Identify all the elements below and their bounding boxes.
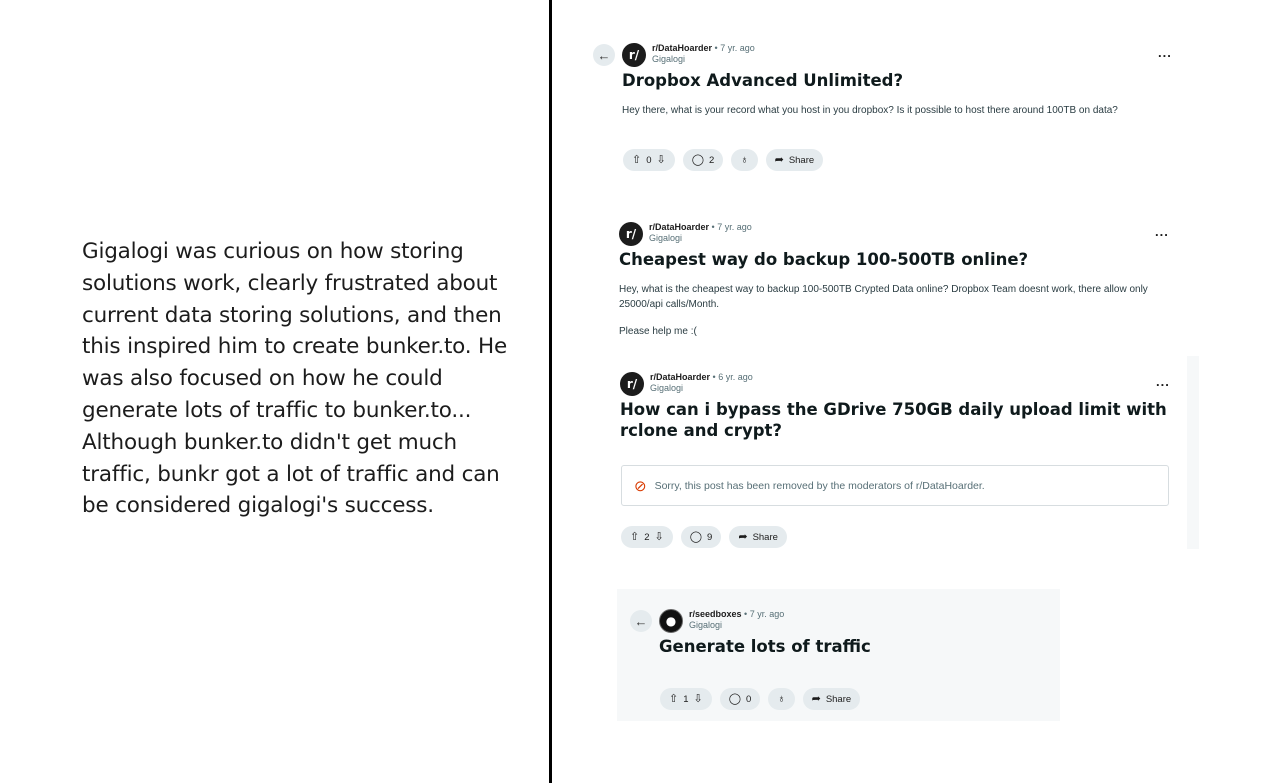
vertical-divider — [549, 0, 552, 783]
comment-bubble-icon: ◯ — [689, 530, 703, 543]
meta-separator: • — [712, 372, 716, 382]
subreddit-avatar[interactable]: ● — [659, 609, 683, 633]
award-button[interactable]: ♁ — [731, 149, 758, 171]
subreddit-link[interactable]: r/DataHoarder — [649, 222, 709, 232]
arrow-up-icon[interactable]: ⇧ — [630, 531, 639, 543]
subreddit-avatar[interactable]: r/ — [622, 43, 646, 67]
award-icon: ♁ — [740, 153, 749, 166]
meta-separator: • — [744, 609, 748, 619]
scroll-strip — [1187, 356, 1199, 549]
removed-notice: ⊘ Sorry, this post has been removed by t… — [621, 465, 1169, 506]
post-age: 7 yr. ago — [749, 609, 785, 619]
share-button[interactable]: ➦ Share — [802, 688, 861, 710]
share-arrow-icon: ➦ — [738, 530, 748, 543]
award-icon: ♁ — [777, 692, 786, 705]
vote-count: 0 — [646, 154, 652, 166]
comments-button[interactable]: ◯ 2 — [682, 149, 724, 171]
post-1-body: Hey there, what is your record what you … — [622, 105, 1118, 116]
vote-count: 1 — [683, 693, 689, 705]
post-age: 6 yr. ago — [718, 372, 753, 382]
comment-bubble-icon: ◯ — [728, 692, 742, 705]
post-4-title[interactable]: Generate lots of traffic — [659, 636, 871, 657]
comment-count: 2 — [709, 154, 715, 166]
vote-control: ⇧ 0 ⇩ — [623, 149, 675, 171]
share-button[interactable]: ➦ Share — [729, 526, 787, 548]
post-author[interactable]: Gigalogi — [652, 54, 685, 64]
arrow-up-icon[interactable]: ⇧ — [669, 693, 678, 705]
post-3-meta: r/ r/DataHoarder • 6 yr. ago Gigalogi — [620, 372, 753, 396]
subreddit-avatar[interactable]: r/ — [619, 222, 643, 246]
post-author[interactable]: Gigalogi — [689, 620, 722, 630]
ban-icon: ⊘ — [634, 477, 647, 495]
share-arrow-icon: ➦ — [811, 692, 821, 705]
narrative-text: Gigalogi was curious on how storing solu… — [82, 239, 508, 519]
removed-text: Sorry, this post has been removed by the… — [654, 479, 985, 492]
post-2-title[interactable]: Cheapest way do backup 100-500TB online? — [619, 249, 1028, 270]
post-4-actions: ⇧ 1 ⇩ ◯ 0 ♁ ➦ Share — [660, 688, 861, 710]
more-options-button[interactable]: ... — [1155, 224, 1169, 239]
arrow-left-icon: ← — [597, 47, 611, 63]
vote-count: 2 — [644, 531, 650, 543]
arrow-up-icon[interactable]: ⇧ — [632, 154, 641, 166]
post-3-title[interactable]: How can i bypass the GDrive 750GB daily … — [620, 399, 1175, 441]
post-2-meta: r/ r/DataHoarder • 7 yr. ago Gigalogi — [619, 222, 752, 246]
subreddit-avatar[interactable]: r/ — [620, 372, 644, 396]
post-author[interactable]: Gigalogi — [649, 233, 682, 243]
share-button[interactable]: ➦ Share — [765, 149, 824, 171]
meta-separator: • — [714, 43, 718, 53]
back-button[interactable]: ← — [630, 610, 652, 632]
comment-count: 0 — [746, 693, 752, 705]
subreddit-link[interactable]: r/seedboxes — [689, 609, 742, 619]
meta-separator: • — [711, 222, 715, 232]
share-label: Share — [752, 531, 778, 543]
vote-control: ⇧ 2 ⇩ — [621, 526, 673, 548]
post-2-body: Hey, what is the cheapest way to backup … — [619, 284, 1148, 310]
more-options-button[interactable]: ... — [1156, 374, 1170, 389]
post-age: 7 yr. ago — [720, 43, 755, 53]
comment-bubble-icon: ◯ — [691, 153, 705, 166]
arrow-down-icon[interactable]: ⇩ — [657, 154, 666, 166]
post-1-title[interactable]: Dropbox Advanced Unlimited? — [622, 70, 903, 91]
back-button[interactable]: ← — [593, 44, 615, 66]
share-label: Share — [825, 693, 852, 705]
arrow-down-icon[interactable]: ⇩ — [655, 531, 664, 543]
post-4-meta: ● r/seedboxes • 7 yr. ago Gigalogi — [659, 609, 784, 633]
subreddit-link[interactable]: r/DataHoarder — [652, 43, 712, 53]
post-3-actions: ⇧ 2 ⇩ ◯ 9 ➦ Share — [621, 526, 787, 548]
comments-button[interactable]: ◯ 0 — [719, 688, 761, 710]
arrow-left-icon: ← — [634, 613, 648, 629]
share-label: Share — [788, 154, 815, 166]
post-author[interactable]: Gigalogi — [650, 383, 683, 393]
comments-button[interactable]: ◯ 9 — [680, 526, 722, 548]
vote-control: ⇧ 1 ⇩ — [660, 688, 712, 710]
post-1-actions: ⇧ 0 ⇩ ◯ 2 ♁ ➦ Share — [623, 149, 824, 171]
more-options-button[interactable]: ... — [1158, 45, 1172, 60]
post-1-meta: r/ r/DataHoarder • 7 yr. ago Gigalogi — [622, 43, 755, 67]
share-arrow-icon: ➦ — [774, 153, 784, 166]
comment-count: 9 — [707, 531, 713, 543]
subreddit-link[interactable]: r/DataHoarder — [650, 372, 710, 382]
post-age: 7 yr. ago — [717, 222, 752, 232]
post-2-body-line: Please help me :( — [619, 326, 697, 337]
award-button[interactable]: ♁ — [768, 688, 795, 710]
arrow-down-icon[interactable]: ⇩ — [694, 693, 703, 705]
